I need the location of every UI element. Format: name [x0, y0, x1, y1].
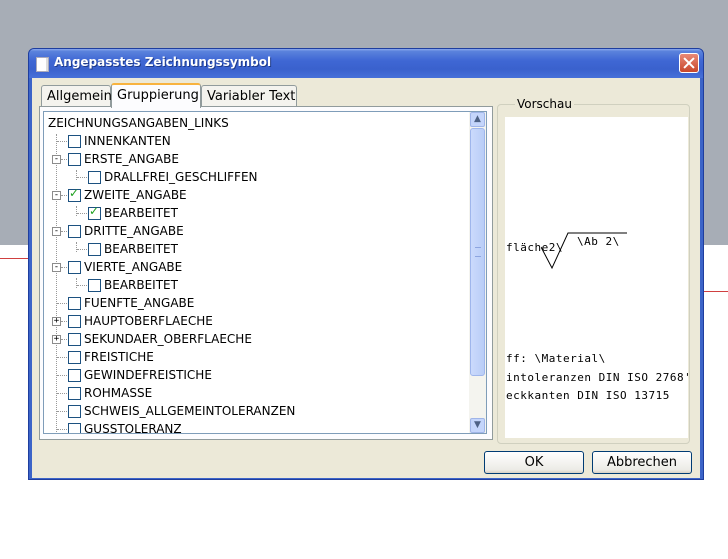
checkbox[interactable] [68, 297, 81, 310]
tree-item[interactable]: FUENFTE_ANGABE [44, 294, 464, 312]
tree-item[interactable]: INNENKANTEN [44, 132, 464, 150]
tree-item[interactable]: - ZWEITE_ANGABE [44, 186, 464, 204]
tree-item[interactable]: - VIERTE_ANGABE [44, 258, 464, 276]
tree-item[interactable]: BEARBEITET [44, 276, 464, 294]
title-bar[interactable]: Angepasstes Zeichnungssymbol [29, 49, 703, 78]
tree-item-label: BEARBEITET [104, 206, 178, 220]
tree-item-label: BEARBEITET [104, 278, 178, 292]
tab-label: Variabler Text [207, 89, 296, 104]
tree-item[interactable]: - ERSTE_ANGABE [44, 150, 464, 168]
tree-item-label: ROHMASSE [84, 386, 153, 400]
tab-label: Allgemein [47, 89, 112, 104]
collapse-icon[interactable]: - [52, 191, 61, 200]
tree-item-label: GEWINDEFREISTICHE [84, 368, 212, 382]
tab-variabler-text[interactable]: Variabler Text [201, 85, 297, 106]
checkbox[interactable] [68, 225, 81, 238]
tab-gruppierung[interactable]: Gruppierung [111, 83, 201, 108]
tree-item[interactable]: BEARBEITET [44, 204, 464, 222]
expand-icon[interactable]: + [52, 335, 61, 344]
checkbox-checked[interactable] [88, 204, 101, 220]
tree-item-label: INNENKANTEN [84, 134, 171, 148]
preview-label: Vorschau [515, 97, 574, 111]
tree-item-label: FUENFTE_ANGABE [84, 296, 195, 310]
tree-item[interactable]: GUSSTOLERANZ [44, 420, 464, 434]
preview-text-line: intoleranzen DIN ISO 2768' [506, 371, 688, 384]
background-drawing-line [0, 258, 30, 259]
custom-drawing-symbol-dialog: Angepasstes Zeichnungssymbol Allgemein G… [28, 48, 704, 480]
tree-item[interactable]: + SEKUNDAER_OBERFLAECHE [44, 330, 464, 348]
preview-symbol-text-right: \Ab 2\ [577, 235, 620, 248]
checkbox[interactable] [88, 171, 101, 184]
scroll-up-icon[interactable]: ▲ [470, 112, 485, 127]
tree-item-label: BEARBEITET [104, 242, 178, 256]
close-button[interactable] [679, 53, 699, 73]
tree-item[interactable]: SCHWEIS_ALLGEMEINTOLERANZEN [44, 402, 464, 420]
checkbox[interactable] [68, 153, 81, 166]
tree-item-label: VIERTE_ANGABE [84, 260, 183, 274]
collapse-icon[interactable]: - [52, 155, 61, 164]
checkbox[interactable] [68, 423, 81, 433]
tree-item[interactable]: GEWINDEFREISTICHE [44, 366, 464, 384]
checkbox[interactable] [68, 333, 81, 346]
tree-item-label: DRITTE_ANGABE [84, 224, 184, 238]
tree-item-label: SEKUNDAER_OBERFLAECHE [84, 332, 252, 346]
tree-item[interactable]: + HAUPTOBERFLAECHE [44, 312, 464, 330]
preview-text-line: eckkanten DIN ISO 13715 [506, 389, 670, 402]
tab-allgemein[interactable]: Allgemein [41, 85, 112, 106]
expand-icon[interactable]: + [52, 317, 61, 326]
checkbox[interactable] [68, 351, 81, 364]
ok-button[interactable]: OK [484, 451, 584, 474]
preview-canvas: fläche2\ \Ab 2\ ff: \Material\ intoleran… [505, 117, 688, 438]
tree-item-label: ZEICHNUNGSANGABEN_LINKS [48, 116, 229, 130]
tab-label: Gruppierung [117, 88, 199, 103]
collapse-icon[interactable]: - [52, 263, 61, 272]
dialog-client-area: Allgemein Gruppierung Variabler Text ZEI… [32, 78, 700, 478]
tree-item-label: DRALLFREI_GESCHLIFFEN [104, 170, 258, 184]
tree-item[interactable]: FREISTICHE [44, 348, 464, 366]
tree-item-label: ERSTE_ANGABE [84, 152, 179, 166]
dialog-title: Angepasstes Zeichnungssymbol [54, 55, 272, 69]
checkbox[interactable] [68, 135, 81, 148]
collapse-icon[interactable]: - [52, 227, 61, 236]
tree-item[interactable]: ROHMASSE [44, 384, 464, 402]
checkbox[interactable] [68, 315, 81, 328]
preview-text-line: ff: \Material\ [506, 352, 606, 365]
tree-item[interactable]: - DRITTE_ANGABE [44, 222, 464, 240]
tree-item-label: HAUPTOBERFLAECHE [84, 314, 213, 328]
scroll-thumb[interactable] [470, 128, 485, 376]
grip-icon [475, 247, 481, 257]
tree-item-label: SCHWEIS_ALLGEMEINTOLERANZEN [84, 404, 296, 418]
checkbox[interactable] [68, 261, 81, 274]
background-drawing-line [704, 291, 728, 292]
checkbox[interactable] [68, 387, 81, 400]
checkbox[interactable] [68, 369, 81, 382]
scroll-down-icon[interactable]: ▼ [470, 418, 485, 433]
checkbox-checked[interactable] [68, 186, 81, 202]
checkbox[interactable] [88, 243, 101, 256]
group-tree[interactable]: ZEICHNUNGSANGABEN_LINKS INNENKANTEN - ER… [43, 111, 487, 434]
tree-item[interactable]: BEARBEITET [44, 240, 464, 258]
cancel-button[interactable]: Abbrechen [592, 451, 692, 474]
tree-item-label: GUSSTOLERANZ [84, 422, 182, 434]
tree-item-label: ZWEITE_ANGABE [84, 188, 187, 202]
tree-item[interactable]: DRALLFREI_GESCHLIFFEN [44, 168, 464, 186]
checkbox[interactable] [68, 405, 81, 418]
checkbox[interactable] [88, 279, 101, 292]
tree-item-label: FREISTICHE [84, 350, 154, 364]
tree-vertical-scrollbar[interactable]: ▲ ▼ [469, 112, 486, 433]
tab-panel-gruppierung: ZEICHNUNGSANGABEN_LINKS INNENKANTEN - ER… [39, 106, 493, 440]
document-icon [36, 57, 49, 72]
